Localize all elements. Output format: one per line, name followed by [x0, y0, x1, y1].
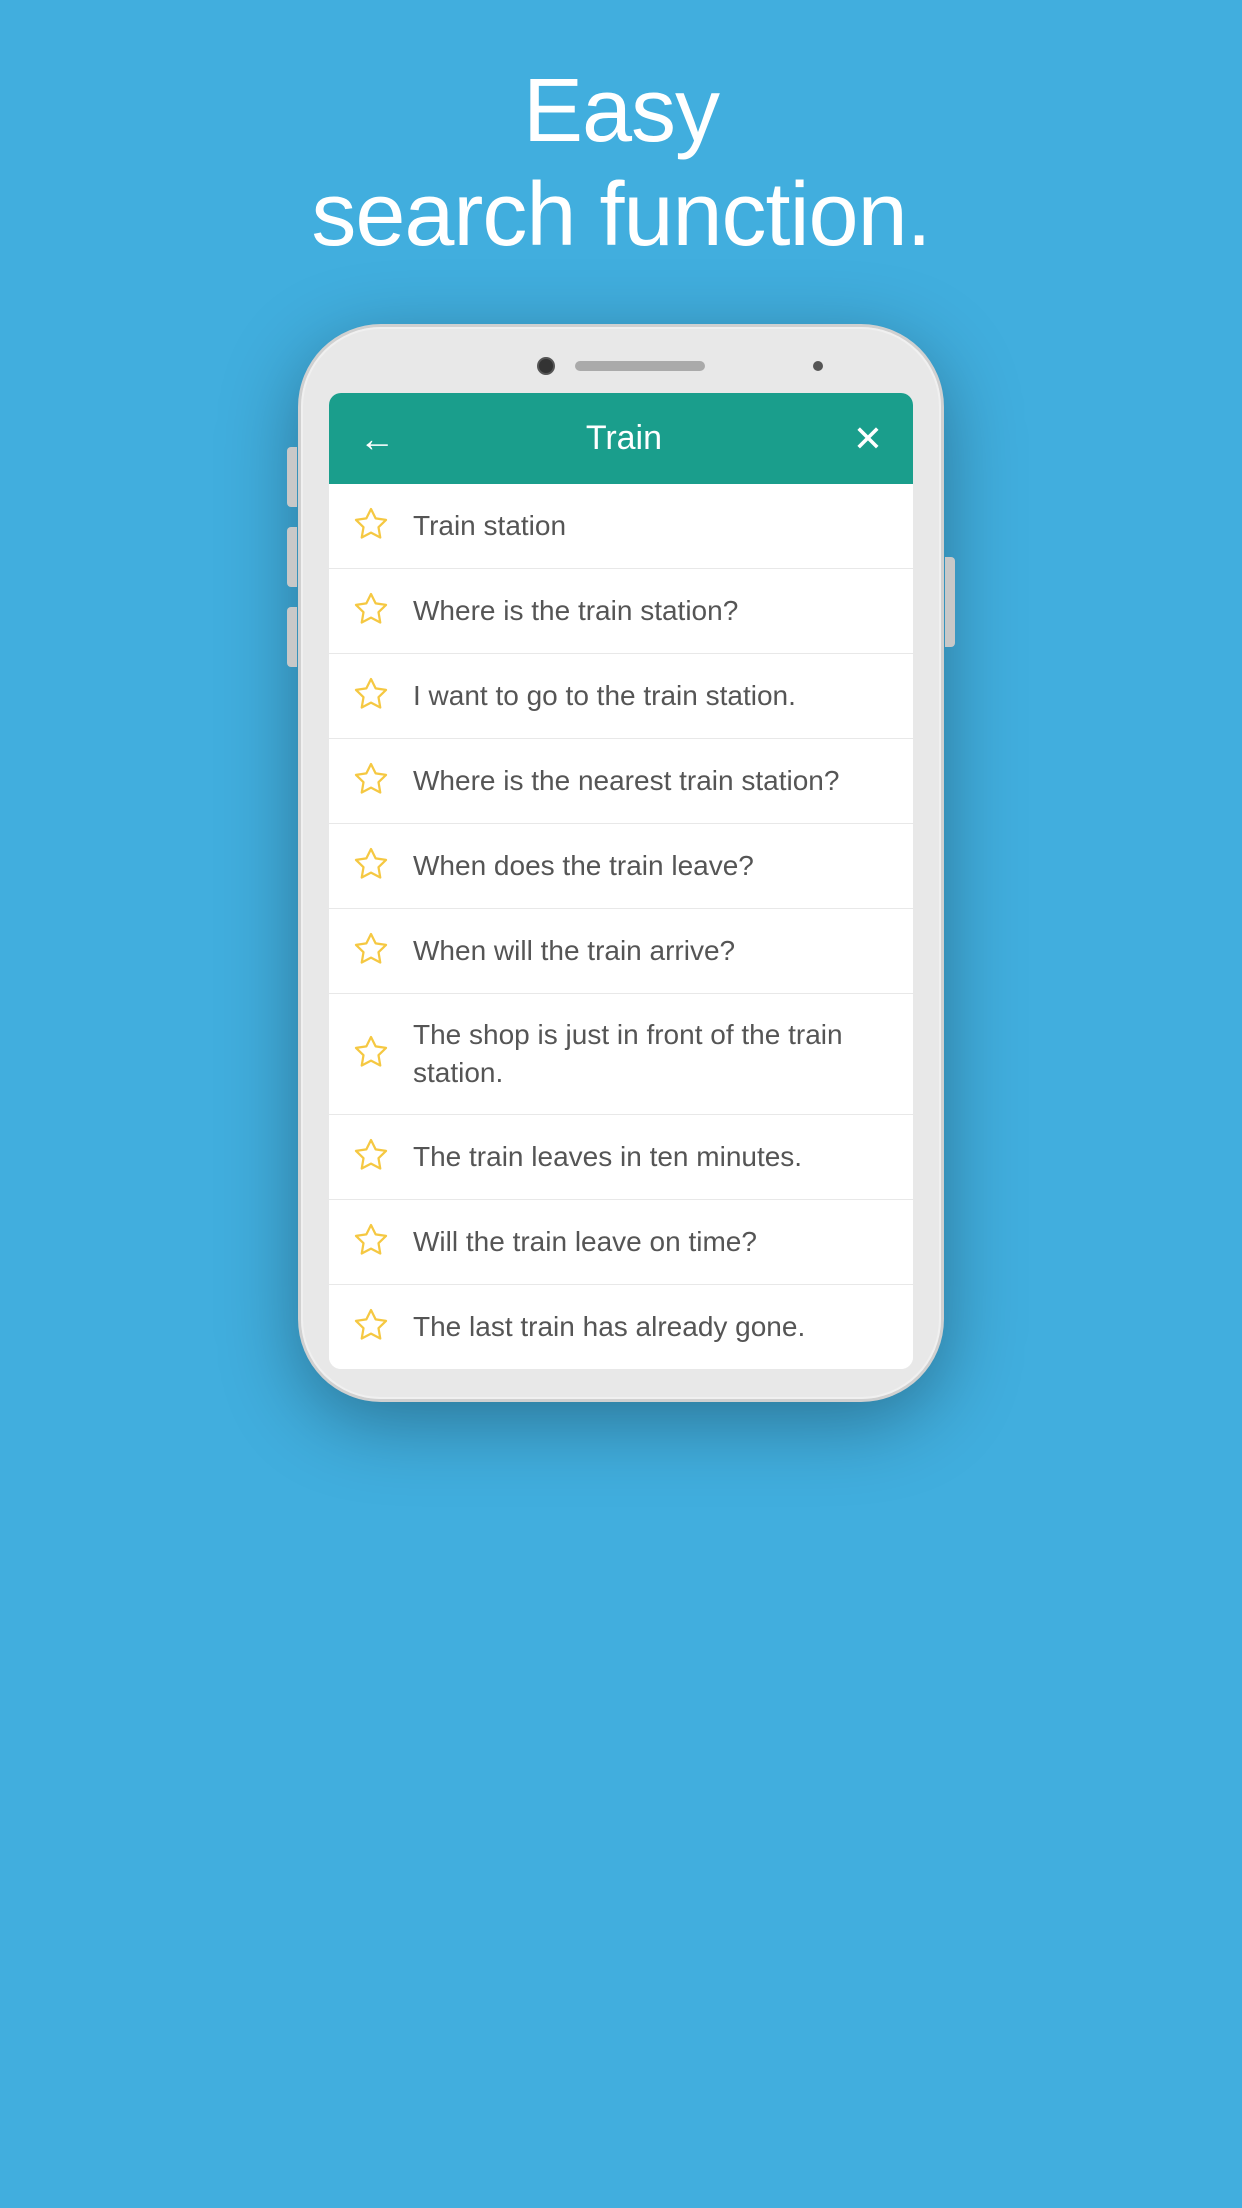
list-item[interactable]: I want to go to the train station.: [329, 654, 913, 739]
phrase-text: Where is the nearest train station?: [413, 762, 839, 800]
star-icon[interactable]: [353, 931, 393, 971]
phone-top-bar: [329, 357, 913, 375]
star-icon[interactable]: [353, 1222, 393, 1262]
app-header: ← Train ✕: [329, 393, 913, 484]
list-item[interactable]: Will the train leave on time?: [329, 1200, 913, 1285]
phone-screen: ← Train ✕ Train station Where is the tra…: [329, 393, 913, 1369]
phone-wrapper: ← Train ✕ Train station Where is the tra…: [301, 327, 941, 1399]
phrase-list: Train station Where is the train station…: [329, 484, 913, 1369]
screen-title: Train: [586, 419, 662, 458]
star-icon[interactable]: [353, 846, 393, 886]
phrase-text: Will the train leave on time?: [413, 1223, 757, 1261]
phrase-text: The last train has already gone.: [413, 1308, 805, 1346]
camera-icon: [537, 357, 555, 375]
back-button[interactable]: ←: [359, 421, 395, 457]
list-item[interactable]: Where is the nearest train station?: [329, 739, 913, 824]
star-icon[interactable]: [353, 1034, 393, 1074]
list-item[interactable]: Where is the train station?: [329, 569, 913, 654]
phrase-text: When does the train leave?: [413, 847, 754, 885]
list-item[interactable]: When does the train leave?: [329, 824, 913, 909]
star-icon[interactable]: [353, 1137, 393, 1177]
list-item[interactable]: The last train has already gone.: [329, 1285, 913, 1369]
close-button[interactable]: ✕: [853, 421, 883, 457]
star-icon[interactable]: [353, 761, 393, 801]
phone-shell: ← Train ✕ Train station Where is the tra…: [301, 327, 941, 1399]
star-icon[interactable]: [353, 676, 393, 716]
phrase-text: I want to go to the train station.: [413, 677, 796, 715]
phrase-text: Where is the train station?: [413, 592, 738, 630]
list-item[interactable]: The train leaves in ten minutes.: [329, 1115, 913, 1200]
speaker-bar: [575, 361, 705, 371]
phrase-text: Train station: [413, 507, 566, 545]
headline: Easysearch function.: [311, 60, 930, 267]
front-sensor-icon: [813, 361, 823, 371]
star-icon[interactable]: [353, 591, 393, 631]
list-item[interactable]: The shop is just in front of the train s…: [329, 994, 913, 1115]
phrase-text: The train leaves in ten minutes.: [413, 1138, 802, 1176]
list-item[interactable]: Train station: [329, 484, 913, 569]
phrase-text: The shop is just in front of the train s…: [413, 1016, 889, 1092]
star-icon[interactable]: [353, 1307, 393, 1347]
phrase-text: When will the train arrive?: [413, 932, 735, 970]
list-item[interactable]: When will the train arrive?: [329, 909, 913, 994]
star-icon[interactable]: [353, 506, 393, 546]
